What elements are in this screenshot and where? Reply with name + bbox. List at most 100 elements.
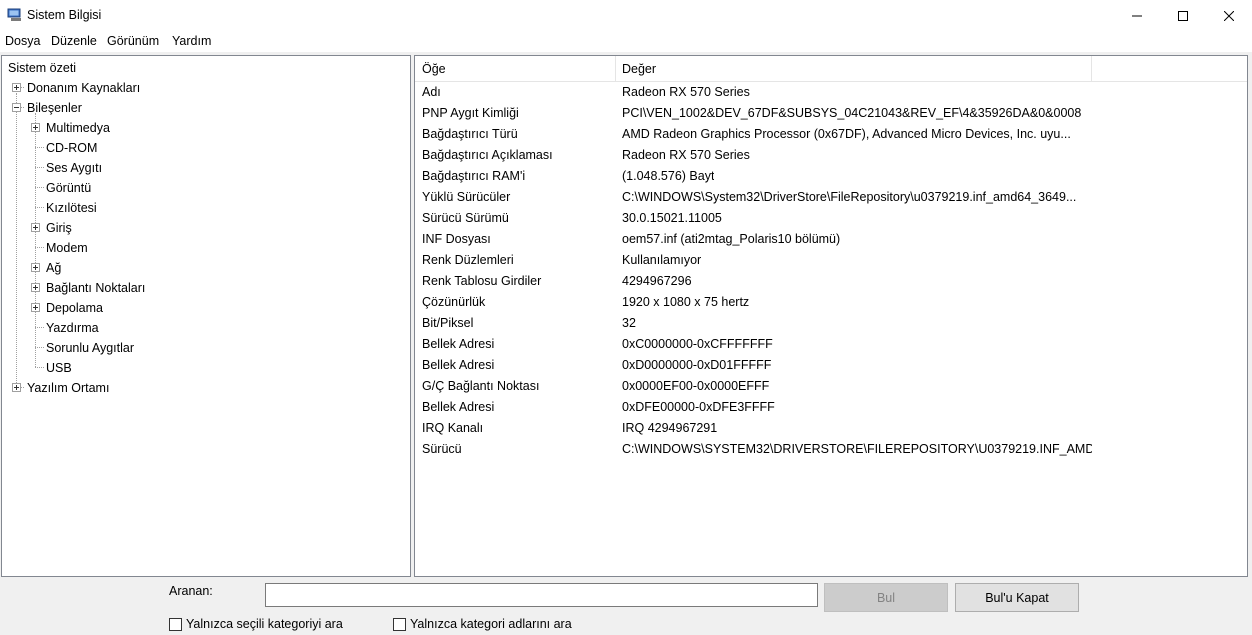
tree-item[interactable]: Bileşenler [27, 98, 82, 118]
table-row[interactable]: INF Dosyası oem57.inf (ati2mtag_Polaris10… [415, 229, 1247, 250]
table-row[interactable]: Bağdaştırıcı Türü AMD Radeon Graphics Pro… [415, 124, 1247, 145]
tree-item[interactable]: Sorunlu Aygıtlar [46, 338, 134, 358]
value-cell: oem57.inf (ati2mtag_Polaris10 bölümü) [622, 232, 841, 246]
tree-item[interactable]: Kızılötesi [46, 198, 97, 218]
table-row[interactable]: Bağdaştırıcı Açıklaması Radeon RX 570 Ser… [415, 145, 1247, 166]
tree-item[interactable]: Görüntü [46, 178, 91, 198]
tree-connector [35, 187, 44, 188]
item-cell: Bağdaştırıcı RAM'i [422, 169, 526, 183]
category-tree[interactable]: Sistem özeti Donanım Kaynakları Bileşenler… [1, 55, 411, 577]
tree-item[interactable]: Depolama [46, 298, 103, 318]
value-cell: IRQ 4294967291 [622, 421, 718, 435]
table-row[interactable]: Bellek Adresi 0xC0000000-0xCFFFFFFF [415, 334, 1247, 355]
table-row[interactable]: Bağdaştırıcı RAM'i (1.048.576) Bayt [415, 166, 1247, 187]
value-cell: 0x0000EF00-0x0000EFFF [622, 379, 770, 393]
expand-icon[interactable] [12, 83, 21, 92]
value-cell: C:\WINDOWS\System32\DriverStore\FileRepo… [622, 190, 1077, 204]
column-header-item[interactable]: Öğe [422, 62, 446, 76]
item-cell: Sürücü [422, 442, 462, 456]
search-selected-category-checkbox[interactable] [169, 617, 182, 631]
tree-item[interactable]: Bağlantı Noktaları [46, 278, 145, 298]
value-cell: 0xC0000000-0xCFFFFFFF [622, 337, 773, 351]
search-category-names-label: Yalnızca kategori adlarını ara [410, 617, 572, 631]
menu-view[interactable]: Görünüm [107, 34, 159, 48]
tree-item[interactable]: Giriş [46, 218, 72, 238]
find-label: Aranan: [169, 584, 213, 598]
table-row[interactable]: Bellek Adresi 0xD0000000-0xD01FFFFF [415, 355, 1247, 376]
value-cell: 32 [622, 316, 636, 330]
item-cell: Bellek Adresi [422, 337, 495, 351]
tree-connector [35, 167, 44, 168]
table-row[interactable]: Çözünürlük 1920 x 1080 x 75 hertz [415, 292, 1247, 313]
value-cell: 30.0.15021.11005 [622, 211, 722, 225]
close-button[interactable] [1206, 0, 1252, 31]
collapse-icon[interactable] [12, 103, 21, 112]
table-row[interactable]: Bellek Adresi 0xDFE00000-0xDFE3FFFF [415, 397, 1247, 418]
system-information-icon [7, 8, 21, 21]
search-selected-category-option[interactable]: Yalnızca seçili kategoriyi ara [169, 616, 343, 632]
tree-item[interactable]: Ses Aygıtı [46, 158, 102, 178]
value-cell: Radeon RX 570 Series [622, 85, 750, 99]
item-cell: Bellek Adresi [422, 400, 495, 414]
tree-connector [16, 93, 17, 387]
search-category-names-checkbox[interactable] [393, 617, 406, 631]
table-row[interactable]: Yüklü Sürücüler C:\WINDOWS\System32\Drive… [415, 187, 1247, 208]
tree-item[interactable]: Multimedya [46, 118, 110, 138]
tree-item[interactable]: Modem [46, 238, 88, 258]
item-cell: Sürücü Sürümü [422, 211, 509, 225]
tree-connector [35, 113, 36, 367]
tree-item[interactable]: Ağ [46, 258, 61, 278]
close-find-button[interactable]: Bul'u Kapat [955, 583, 1079, 612]
minimize-button[interactable] [1114, 0, 1160, 31]
tree-item[interactable]: Yazılım Ortamı [27, 378, 109, 398]
tree-item[interactable]: Yazdırma [46, 318, 99, 338]
value-cell: AMD Radeon Graphics Processor (0x67DF), … [622, 127, 1071, 141]
item-cell: Adı [422, 85, 441, 99]
table-row[interactable]: Adı Radeon RX 570 Series [415, 82, 1247, 103]
table-row[interactable]: Bit/Piksel 32 [415, 313, 1247, 334]
expand-icon[interactable] [31, 263, 40, 272]
tree-item[interactable]: USB [46, 358, 72, 378]
value-cell: 1920 x 1080 x 75 hertz [622, 295, 750, 309]
expand-icon[interactable] [31, 283, 40, 292]
expand-icon[interactable] [31, 303, 40, 312]
table-row[interactable]: G/Ç Bağlantı Noktası 0x0000EF00-0x0000EFF… [415, 376, 1247, 397]
table-row[interactable]: Sürücü C:\WINDOWS\SYSTEM32\DRIVERSTORE\FI… [415, 439, 1247, 460]
table-row[interactable]: IRQ Kanalı IRQ 4294967291 [415, 418, 1247, 439]
table-row[interactable]: PNP Aygıt Kimliği PCI\VEN_1002&DEV_67DF&S… [415, 103, 1247, 124]
menu-help[interactable]: Yardım [172, 34, 211, 48]
tree-item[interactable]: CD-ROM [46, 138, 97, 158]
item-cell: IRQ Kanalı [422, 421, 484, 435]
expand-icon[interactable] [12, 383, 21, 392]
value-cell: Kullanılamıyor [622, 253, 702, 267]
tree-item[interactable]: Sistem özeti [8, 58, 76, 78]
expand-icon[interactable] [31, 223, 40, 232]
table-row[interactable]: Renk Tablosu Girdiler 4294967296 [415, 271, 1247, 292]
column-divider[interactable] [1091, 56, 1092, 81]
item-cell: Bellek Adresi [422, 358, 495, 372]
find-button[interactable]: Bul [824, 583, 948, 612]
table-row[interactable]: Renk Düzlemleri Kullanılamıyor [415, 250, 1247, 271]
value-cell: 4294967296 [622, 274, 692, 288]
minimize-icon [1132, 15, 1142, 16]
search-category-names-option[interactable]: Yalnızca kategori adlarını ara [393, 616, 572, 632]
item-cell: Bit/Piksel [422, 316, 474, 330]
item-cell: Bağdaştırıcı Türü [422, 127, 518, 141]
find-input[interactable] [265, 583, 818, 607]
maximize-icon [1178, 10, 1188, 21]
item-cell: G/Ç Bağlantı Noktası [422, 379, 540, 393]
menu-bar: Dosya Düzenle Görünüm Yardım [0, 32, 1252, 52]
menu-file[interactable]: Dosya [5, 34, 40, 48]
tree-connector [35, 347, 44, 348]
column-divider[interactable] [615, 56, 616, 81]
value-cell: PCI\VEN_1002&DEV_67DF&SUBSYS_04C21043&RE… [622, 106, 1082, 120]
menu-edit[interactable]: Düzenle [51, 34, 97, 48]
tree-item[interactable]: Donanım Kaynakları [27, 78, 140, 98]
column-header-row: Öğe Değer [415, 56, 1247, 82]
details-list[interactable]: Öğe Değer Adı Radeon RX 570 Series PNP Ayg… [414, 55, 1248, 577]
expand-icon[interactable] [31, 123, 40, 132]
table-row[interactable]: Sürücü Sürümü 30.0.15021.11005 [415, 208, 1247, 229]
maximize-button[interactable] [1160, 0, 1206, 31]
column-header-value[interactable]: Değer [622, 62, 656, 76]
tree-connector [35, 247, 44, 248]
